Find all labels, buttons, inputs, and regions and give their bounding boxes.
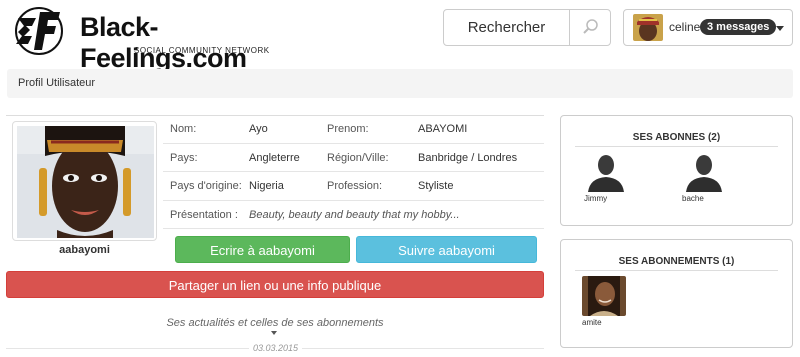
- info-label: Région/Ville:: [327, 151, 389, 164]
- info-row: Nom: Ayo Prenom: ABAYOMI: [163, 115, 544, 144]
- profile-username: aabayomi: [59, 244, 110, 256]
- info-label: Pays d'origine:: [170, 180, 242, 192]
- info-row: Pays d'origine: Nigeria Profession: Styl…: [163, 172, 544, 201]
- info-label: Nom:: [170, 123, 197, 135]
- user-name: celine: [669, 20, 701, 34]
- subscription-name[interactable]: amite: [582, 318, 632, 327]
- search-box[interactable]: Rechercher: [443, 9, 611, 46]
- info-label: Profession:: [327, 180, 383, 192]
- info-value: Nigeria: [249, 180, 284, 192]
- messages-badge[interactable]: 3 messages: [700, 19, 777, 35]
- subscription-photo: [582, 276, 626, 316]
- write-message-button[interactable]: Ecrire à aabayomi: [175, 236, 350, 263]
- info-row-presentation: Présentation : Beauty, beauty and beauty…: [163, 201, 544, 229]
- page: Black-Feelings.com SOCIAL COMMUNITY NETW…: [0, 0, 800, 357]
- brand-mark-icon: [15, 7, 63, 55]
- share-button[interactable]: Partager un lien ou une info publique: [6, 271, 544, 298]
- subscription-item[interactable]: amite: [582, 276, 632, 327]
- breadcrumb-item: Profil Utilisateur: [18, 77, 96, 89]
- post-date: 03.03.2015: [249, 343, 303, 353]
- chevron-down-icon[interactable]: [271, 331, 277, 335]
- breadcrumb: Profil Utilisateur: [7, 69, 793, 98]
- info-value: Angleterre: [249, 151, 300, 164]
- info-value: Ayo: [249, 123, 268, 135]
- site-logo[interactable]: Black-Feelings.com SOCIAL COMMUNITY NETW…: [14, 6, 324, 73]
- follow-button[interactable]: Suivre aabayomi: [356, 236, 537, 263]
- person-silhouette-icon: [686, 155, 722, 192]
- divider: [575, 146, 778, 147]
- subscribers-title: SES ABONNES (2): [632, 132, 721, 143]
- subscriber-name[interactable]: bache: [682, 194, 732, 203]
- info-label: Prenom:: [327, 123, 369, 135]
- subscriptions-panel: SES ABONNEMENTS (1) amite: [560, 239, 793, 348]
- subscriber-item[interactable]: bache: [682, 152, 732, 203]
- info-label: Pays:: [170, 151, 198, 164]
- user-menu[interactable]: celine 3 messages: [623, 9, 793, 46]
- subscriptions-title: SES ABONNEMENTS (1): [618, 256, 735, 267]
- info-value: Styliste: [418, 180, 454, 192]
- divider: [575, 270, 778, 271]
- info-row: Pays: Angleterre Région/Ville: Banbridge…: [163, 144, 544, 172]
- subscribers-panel: SES ABONNES (2) Jimmy bache: [560, 115, 793, 226]
- info-value: ABAYOMI: [418, 123, 468, 135]
- profile-info-table: Nom: Ayo Prenom: ABAYOMI Pays: Angleterr…: [163, 115, 544, 229]
- news-feed-label[interactable]: Ses actualités et celles de ses abonneme…: [6, 317, 544, 329]
- subscriber-item[interactable]: Jimmy: [584, 152, 634, 203]
- info-value: Banbridge / Londres: [418, 151, 518, 164]
- avatar: [633, 14, 663, 41]
- person-silhouette-icon: [588, 155, 624, 192]
- profile-photo-card[interactable]: [12, 121, 157, 241]
- presentation-text: Beauty, beauty and beauty that my hobby.…: [249, 208, 460, 221]
- brand-name: Black-Feelings.com: [80, 12, 247, 73]
- subscriber-name[interactable]: Jimmy: [584, 194, 634, 203]
- search-button[interactable]: Rechercher: [444, 10, 570, 45]
- search-icon[interactable]: [570, 10, 610, 45]
- info-label: Présentation :: [170, 208, 238, 221]
- profile-photo: [17, 126, 154, 238]
- chevron-down-icon[interactable]: [776, 26, 784, 31]
- brand-tagline: SOCIAL COMMUNITY NETWORK: [134, 46, 270, 55]
